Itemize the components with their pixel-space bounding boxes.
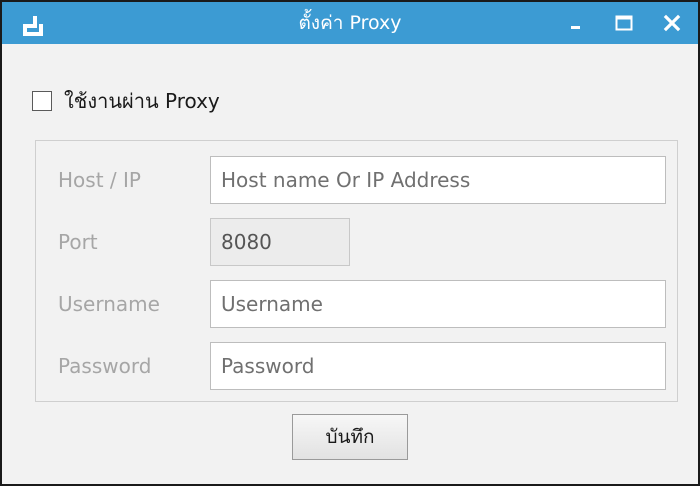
close-button[interactable] <box>654 2 690 44</box>
port-label: Port <box>58 230 98 254</box>
host-label: Host / IP <box>58 168 141 192</box>
host-input[interactable] <box>210 156 666 204</box>
password-label: Password <box>58 354 152 378</box>
use-proxy-label: ใช้งานผ่าน Proxy <box>64 89 220 113</box>
minimize-icon <box>571 26 580 29</box>
use-proxy-checkbox[interactable] <box>32 91 52 111</box>
password-input[interactable] <box>210 342 666 390</box>
port-input[interactable] <box>210 218 350 266</box>
maximize-icon <box>615 15 633 31</box>
title-bar[interactable]: ตั้งค่า Proxy <box>2 2 698 44</box>
minimize-button[interactable] <box>558 2 594 44</box>
username-label: Username <box>58 292 160 316</box>
username-input[interactable] <box>210 280 666 328</box>
save-button[interactable]: บันทึก <box>292 414 408 460</box>
proxy-settings-window: ตั้งค่า Proxy ใช้งานผ่าน Proxy Host / IP… <box>0 0 700 486</box>
close-icon <box>663 14 681 32</box>
use-proxy-toggle[interactable]: ใช้งานผ่าน Proxy <box>32 86 220 116</box>
maximize-button[interactable] <box>606 2 642 44</box>
